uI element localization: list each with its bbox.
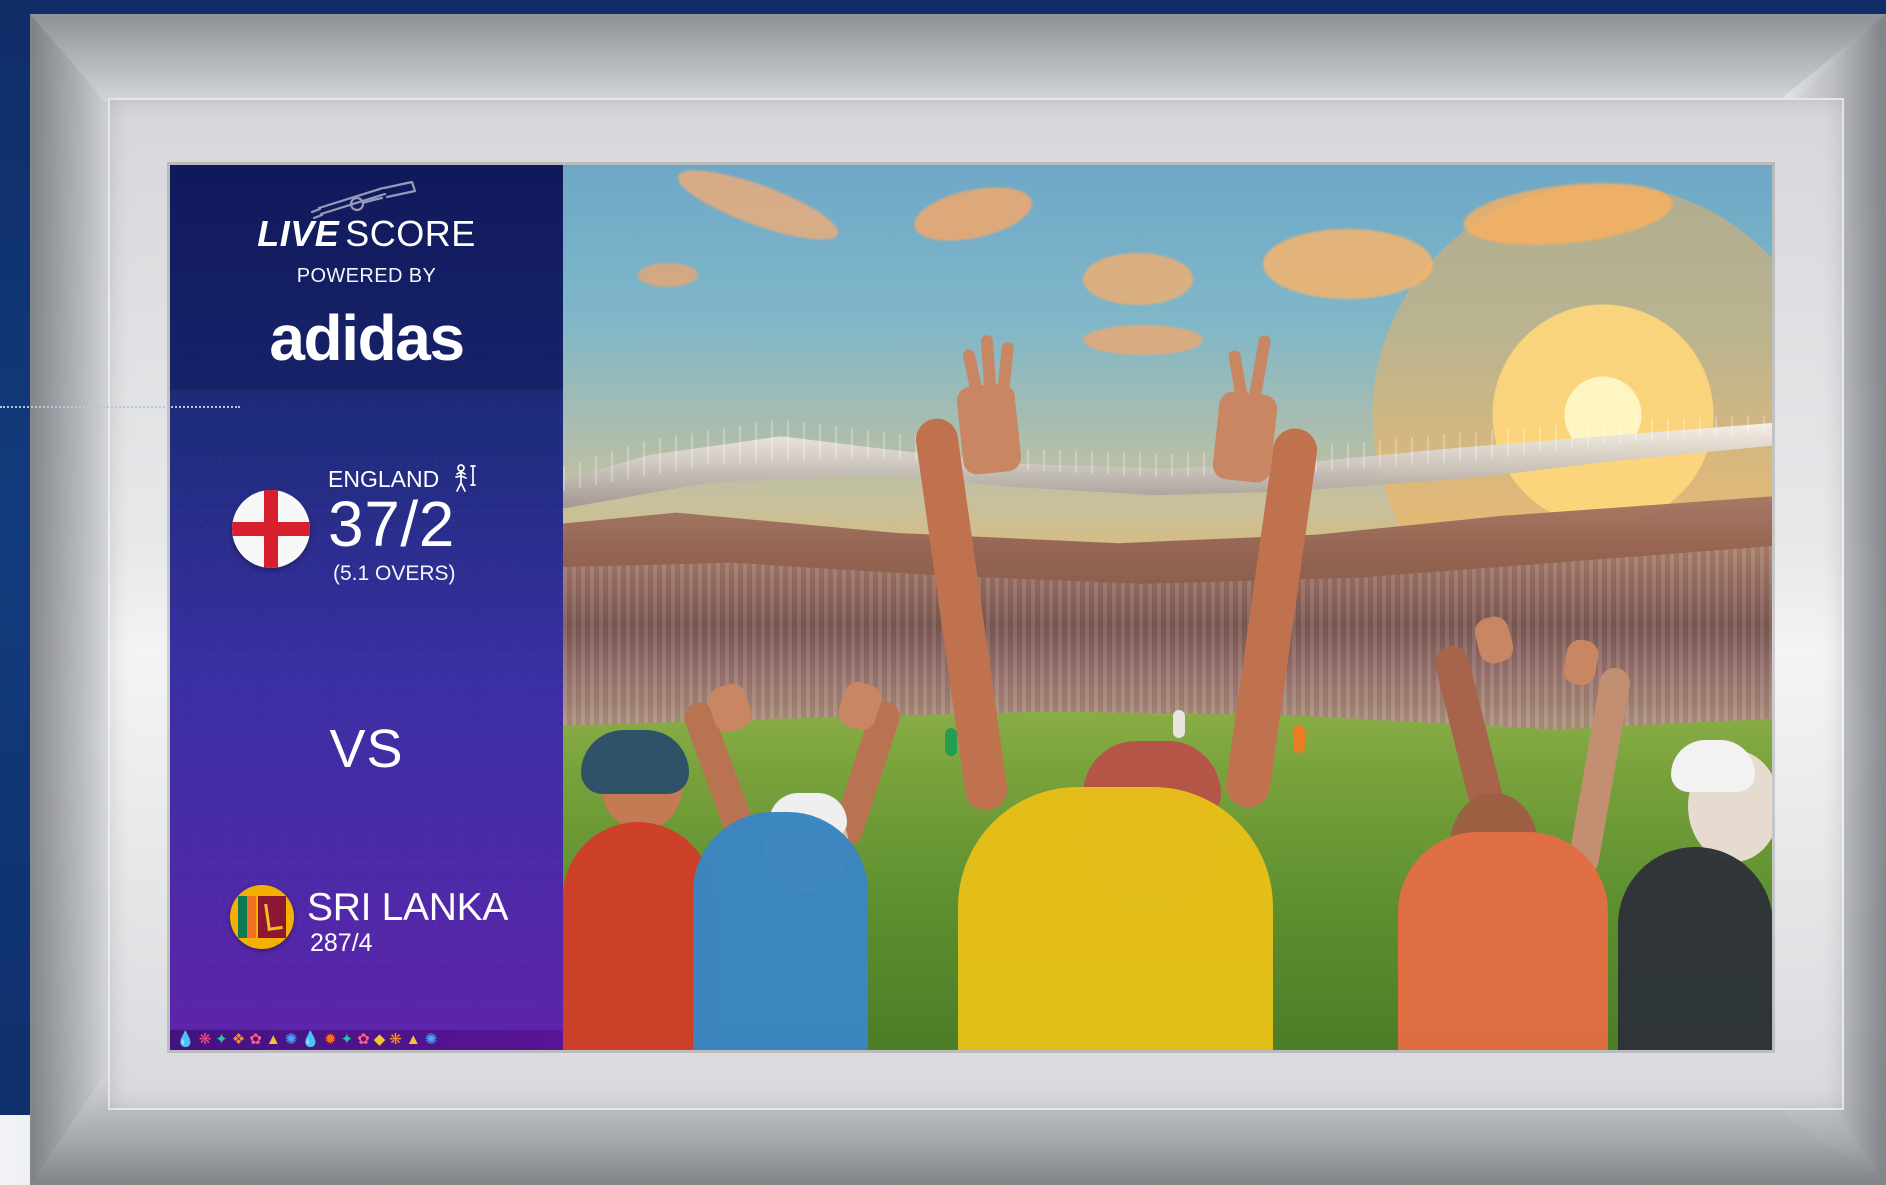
cloud (1263, 229, 1433, 299)
powered-by-label: POWERED BY (296, 265, 437, 287)
cloud (909, 178, 1037, 250)
cloud (671, 165, 845, 253)
sri-lanka-score: 287/4 (310, 929, 373, 957)
pattern-icon-3: ✦ (215, 1031, 228, 1048)
field-player (945, 728, 957, 756)
pattern-icon-12: ◆ (373, 1031, 386, 1048)
versus-label: VS (329, 719, 404, 779)
england-flag-cross-horizontal (232, 522, 310, 536)
display-screen: LIVE SCORE POWERED BY adidas ENGLAND 37/… (170, 165, 1772, 1050)
spectator-cap (1671, 740, 1755, 792)
tv-frame-top-bevel (30, 14, 1886, 102)
pattern-icon-4: ❖ (231, 1031, 246, 1048)
spectator-cap (581, 730, 689, 794)
pattern-icon-14: ▲ (405, 1031, 421, 1048)
live-score-panel: LIVE SCORE POWERED BY adidas ENGLAND 37/… (170, 165, 563, 1050)
england-flag-icon (232, 490, 310, 568)
pattern-icon-8: 💧 (301, 1031, 320, 1048)
sri-lanka-team-name: SRI LANKA (307, 886, 509, 929)
field-player (1173, 710, 1185, 738)
england-overs: (5.1 OVERS) (333, 562, 456, 585)
spectator-body (1398, 832, 1608, 1050)
pattern-icon-5: ✿ (249, 1031, 262, 1048)
pattern-icon-11: ✿ (357, 1031, 370, 1048)
pattern-icon-1: 💧 (176, 1031, 195, 1048)
cloud (1083, 325, 1203, 355)
pattern-icon-7: ✺ (284, 1031, 298, 1048)
cloud (1083, 253, 1193, 305)
live-word: LIVE (257, 213, 340, 254)
pattern-icon-10: ✦ (340, 1031, 354, 1048)
stadium-crowd-image (563, 165, 1772, 1050)
live-score-title: LIVE SCORE (170, 214, 563, 254)
spectator-body (1618, 847, 1772, 1050)
pattern-icon-9: ✹ (324, 1031, 337, 1048)
england-score: 37/2 (328, 488, 455, 560)
cloud (638, 263, 698, 287)
cloud (1460, 174, 1676, 254)
sri-lanka-score-block: SRI LANKA 287/4 (230, 885, 530, 965)
spectator-body (693, 812, 868, 1050)
pattern-icon-15: ✺ (424, 1031, 438, 1048)
pattern-icon-13: ❋ (389, 1031, 402, 1048)
brand-header: LIVE SCORE POWERED BY adidas (170, 165, 563, 390)
sri-lanka-flag-orange-band (247, 896, 256, 938)
score-word: SCORE (345, 213, 476, 254)
pattern-icon-6: ▲ (265, 1031, 281, 1048)
sri-lanka-flag-icon (230, 885, 294, 949)
decorative-pattern-strip: 💧 ❋ ✦ ❖ ✿ ▲ ✺ 💧 ✹ ✦ ✿ ◆ ❋ ▲ ✺ (170, 1030, 563, 1050)
dotted-guide-line (0, 406, 240, 408)
brand-name: adidas (269, 302, 465, 374)
pattern-icon-2: ❋ (198, 1031, 212, 1048)
tv-frame-left-bevel (30, 14, 112, 1185)
england-score-block: ENGLAND 37/2 (5.1 OVERS) (232, 464, 522, 630)
field-player (1293, 725, 1305, 753)
spectator-body (958, 787, 1273, 1050)
spectator-body (563, 822, 713, 1050)
sri-lanka-flag-green-band (238, 896, 247, 938)
